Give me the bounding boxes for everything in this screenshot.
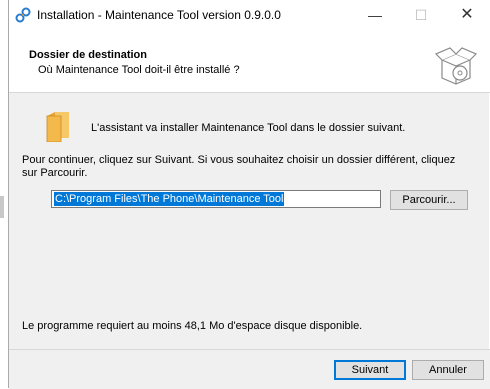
installer-window: Installation - Maintenance Tool version … xyxy=(8,0,490,389)
browse-button[interactable]: Parcourir... xyxy=(390,190,468,210)
wizard-header: Dossier de destination Où Maintenance To… xyxy=(9,30,490,93)
intro-text: L'assistant va installer Maintenance Too… xyxy=(91,122,406,134)
background-window-edge xyxy=(0,196,4,218)
cancel-button[interactable]: Annuler xyxy=(412,360,484,380)
minimize-button[interactable]: — xyxy=(352,0,398,30)
destination-path-value: C:\Program Files\The Phone\Maintenance T… xyxy=(54,192,285,206)
maximize-button[interactable]: ☐ xyxy=(398,0,444,30)
disk-space-text: Le programme requiert au moins 48,1 Mo d… xyxy=(22,320,363,332)
folder-icon xyxy=(46,112,69,142)
setup-app-icon xyxy=(15,7,31,23)
title-bar: Installation - Maintenance Tool version … xyxy=(9,0,490,30)
installer-box-icon xyxy=(434,47,478,85)
page-title: Dossier de destination xyxy=(29,49,147,61)
close-button[interactable]: ✕ xyxy=(444,0,490,30)
destination-path-input[interactable]: C:\Program Files\The Phone\Maintenance T… xyxy=(51,190,381,208)
page-subtitle: Où Maintenance Tool doit-il être install… xyxy=(38,64,240,76)
instruction-text: Pour continuer, cliquez sur Suivant. Si … xyxy=(22,154,456,179)
window-title: Installation - Maintenance Tool version … xyxy=(37,8,281,22)
next-button[interactable]: Suivant xyxy=(334,360,406,380)
